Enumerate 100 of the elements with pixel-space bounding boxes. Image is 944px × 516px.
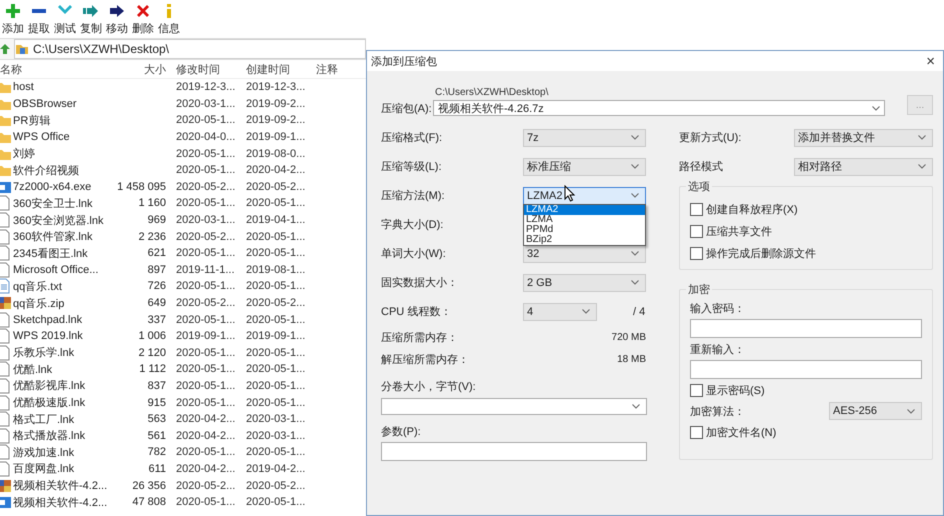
file-name[interactable]: 乐教乐学.lnk <box>13 345 74 360</box>
file-name[interactable]: Microsoft Office... <box>13 264 98 276</box>
field-label: 压缩等级(L): <box>381 160 442 174</box>
file-name[interactable]: 刘婷 <box>13 146 35 162</box>
file-name[interactable]: 360安全浏览器.lnk <box>13 212 104 228</box>
toolbar-button[interactable]: 信息 <box>156 0 182 38</box>
modified-date: 2020-05-1... <box>175 114 236 126</box>
password-field[interactable] <box>690 319 922 338</box>
modified-date: 2020-05-1... <box>175 396 236 409</box>
created-date: 2020-05-1... <box>245 280 306 292</box>
file-name[interactable]: 游戏加速.lnk <box>13 444 74 460</box>
app-icon <box>0 494 12 510</box>
modified-date: 2020-05-1... <box>175 280 236 292</box>
file-name[interactable]: PR剪辑 <box>13 112 50 128</box>
toolbar-button[interactable]: 删除 <box>130 0 156 38</box>
created-date: 2019-09-1... <box>245 131 306 144</box>
window-title: 添加到压缩包 <box>371 54 437 68</box>
file-size: 837 <box>148 380 167 392</box>
file-name[interactable]: WPS Office <box>13 131 70 144</box>
document-icon <box>0 444 12 460</box>
caret-icon <box>872 106 880 110</box>
checkbox[interactable]: 压缩共享文件 <box>690 220 922 242</box>
file-size: 47 808 <box>132 496 167 508</box>
toolbar-button[interactable]: 移动 <box>104 0 130 38</box>
caret-icon <box>918 135 926 140</box>
file-name[interactable]: 7z2000-x64.exe <box>13 180 92 193</box>
document-icon <box>0 328 12 344</box>
file-name[interactable]: 百度网盘.lnk <box>13 461 74 476</box>
volume-size-field[interactable] <box>381 398 647 415</box>
toolbar-button[interactable]: 提取 <box>26 0 52 38</box>
file-name[interactable]: 视频相关软件-4.2... <box>13 494 108 510</box>
field-label: 压缩格式(F): <box>381 130 444 145</box>
checkbox[interactable]: 创建自释放程序(X) <box>690 198 922 220</box>
modified-date: 2020-05-2... <box>175 480 236 492</box>
parameters-field[interactable] <box>381 442 647 461</box>
created-date: 2020-05-1... <box>245 380 306 392</box>
column-header[interactable]: 注释 <box>310 62 338 76</box>
file-name[interactable]: host <box>13 81 34 94</box>
file-name[interactable]: qq音乐.zip <box>13 296 64 311</box>
toolbar-button[interactable]: 复制 <box>78 0 104 38</box>
file-name[interactable]: 优酷.lnk <box>13 362 52 377</box>
dropdown[interactable]: 4 <box>523 302 597 320</box>
file-name[interactable]: 360软件管家.lnk <box>13 229 92 244</box>
folder-icon <box>15 42 29 56</box>
dropdown[interactable]: 2 GB <box>523 274 646 292</box>
file-size: 337 <box>148 314 167 326</box>
modified-date: 2020-05-2... <box>175 297 236 310</box>
file-name[interactable]: 360安全卫士.lnk <box>13 196 92 211</box>
file-name[interactable]: 优酷极速版.lnk <box>13 395 86 410</box>
list-option[interactable]: PPMd <box>524 224 645 234</box>
list-option[interactable]: LZMA <box>524 214 645 224</box>
address-field[interactable]: C:\Users\XZWH\Desktop\ <box>14 39 366 59</box>
file-name[interactable]: 格式播放器.lnk <box>13 428 86 444</box>
modified-date: 2020-04-2... <box>175 413 236 426</box>
up-icon[interactable] <box>0 43 10 55</box>
caret-icon <box>632 404 640 409</box>
field-label: 压缩包(A): <box>381 102 433 116</box>
file-name[interactable]: qq音乐.txt <box>13 278 62 294</box>
document-icon <box>0 428 12 444</box>
file-name[interactable]: 格式工厂.lnk <box>13 412 74 427</box>
dropdown[interactable]: AES-256 <box>829 402 922 420</box>
checkbox[interactable]: 加密文件名(N) <box>690 421 922 443</box>
modified-date: 2020-05-2... <box>175 230 236 243</box>
dropdown[interactable]: LZMA2 <box>523 186 646 204</box>
toolbar-button[interactable]: 添加 <box>0 0 26 38</box>
minus-icon <box>32 9 46 13</box>
document-icon <box>0 245 12 262</box>
field-label: 参数(P): <box>381 424 421 438</box>
archive-name-field[interactable]: 视频相关软件-4.26.7z <box>433 100 885 116</box>
column-header[interactable]: 大小 <box>144 62 170 76</box>
file-name[interactable]: OBSBrowser <box>13 98 77 110</box>
file-name[interactable]: WPS 2019.lnk <box>13 330 83 342</box>
file-name[interactable]: 视频相关软件-4.2... <box>13 478 108 494</box>
created-date: 2020-05-1... <box>245 230 306 243</box>
file-size: 897 <box>148 264 167 276</box>
created-date: 2020-05-1... <box>245 446 306 458</box>
column-header[interactable]: 创建时间 <box>240 62 290 76</box>
list-option[interactable]: LZMA2 <box>524 204 645 214</box>
file-name[interactable]: Sketchpad.lnk <box>13 314 82 326</box>
password-field[interactable] <box>690 360 922 379</box>
document-icon <box>0 460 12 477</box>
column-header[interactable]: 修改时间 <box>170 62 220 76</box>
toolbar-button[interactable]: 测试 <box>52 0 78 38</box>
field-label: 固实数据大小： <box>381 276 459 290</box>
dropdown[interactable]: 相对路径 <box>794 158 933 176</box>
close-button[interactable]: × <box>926 52 935 70</box>
document-icon <box>0 411 12 428</box>
checkbox[interactable]: 操作完成后删除源文件 <box>690 242 922 264</box>
dropdown[interactable]: 添加并替换文件 <box>794 128 933 146</box>
dropdown[interactable]: 标准压缩 <box>523 158 646 176</box>
dropdown[interactable]: 7z <box>523 128 646 146</box>
field-label: 分卷大小，字节(V): <box>381 380 476 394</box>
list-option[interactable]: BZip2 <box>524 234 645 244</box>
file-name[interactable]: 优酷影视库.lnk <box>13 378 86 394</box>
checkbox[interactable]: 显示密码(S) <box>690 379 922 401</box>
column-header[interactable]: 名称 <box>0 62 108 76</box>
file-name[interactable]: 软件介绍视频 <box>13 162 79 178</box>
file-name[interactable]: 2345看图王.lnk <box>13 246 88 261</box>
created-date: 2020-05-1... <box>245 363 306 376</box>
created-date: 2019-04-2... <box>245 462 306 475</box>
